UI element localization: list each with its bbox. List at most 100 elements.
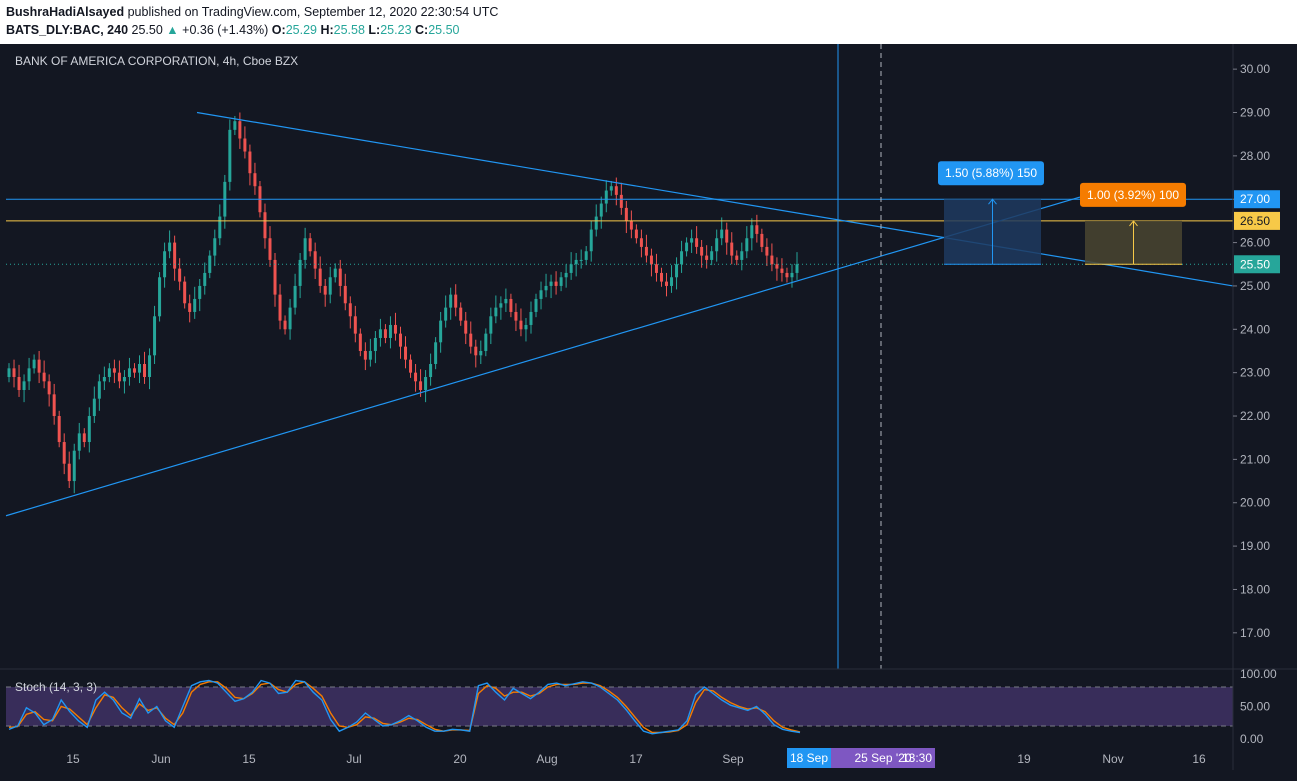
stoch-title: Stoch (14, 3, 3)	[15, 680, 97, 694]
candle-body	[604, 190, 608, 204]
candle[interactable]	[228, 119, 232, 191]
candle-body	[745, 238, 749, 252]
projection-label: 1.50 (5.88%) 150	[945, 166, 1037, 180]
candle-body	[163, 251, 167, 278]
candle-body	[594, 216, 598, 230]
candle-body	[253, 173, 257, 187]
candle-body	[404, 346, 408, 360]
candle-body	[203, 272, 207, 286]
time-tick-label: Nov	[1102, 752, 1123, 766]
candle-body	[690, 238, 694, 243]
time-tick-label: 15	[66, 752, 80, 766]
price-axis-label-text: 26.50	[1240, 214, 1270, 228]
candle-body	[424, 376, 428, 391]
candle-body	[489, 316, 493, 334]
price-axis-label: 27.00	[1234, 190, 1280, 209]
candle-body	[780, 268, 784, 273]
candle-body	[323, 285, 327, 295]
candle-body	[775, 264, 779, 269]
price-tick-label: 21.00	[1240, 452, 1270, 466]
candle-body	[62, 442, 66, 464]
candle-body	[278, 294, 282, 321]
stochastic-pane[interactable]	[6, 679, 1233, 735]
time-tick-label: Jul	[346, 752, 361, 766]
candle-body	[569, 264, 573, 273]
candle-body	[87, 416, 91, 443]
candle-body	[720, 229, 724, 239]
time-tick-label: Jun	[151, 752, 170, 766]
candle-body	[534, 298, 538, 312]
candle-body	[670, 277, 674, 286]
time-tick-label: Sep	[722, 752, 744, 766]
projection-label: 1.00 (3.92%) 100	[1087, 188, 1179, 202]
time-tick-label: 17	[629, 752, 643, 766]
candle-body	[564, 272, 568, 278]
candle-body	[459, 307, 463, 321]
price-projection[interactable]: 1.00 (3.92%) 100	[1080, 182, 1186, 265]
price-axis-label-text: 25.50	[1240, 257, 1270, 271]
candle-body	[353, 316, 357, 334]
price-axis-label-text: 27.00	[1240, 192, 1270, 206]
candle-body	[348, 303, 352, 317]
stoch-tick-label: 50.00	[1240, 700, 1270, 714]
price-tick-label: 26.00	[1240, 236, 1270, 250]
candle-body	[454, 294, 458, 308]
candle-body	[148, 355, 152, 377]
time-range-start-text: 18 Sep	[790, 751, 828, 765]
candle[interactable]	[57, 410, 61, 448]
candle-body	[735, 255, 739, 260]
candle-body	[343, 285, 347, 304]
candle-body	[358, 333, 362, 351]
candle-body	[178, 268, 182, 282]
candle-body	[444, 307, 448, 321]
candle-body	[479, 350, 483, 356]
candle-body	[363, 350, 367, 360]
time-tick-label: Aug	[536, 752, 557, 766]
candle-body	[419, 381, 423, 391]
candle-body	[755, 225, 759, 234]
candle-body	[42, 372, 46, 382]
price-projection[interactable]: 1.50 (5.88%) 150	[938, 161, 1044, 265]
price-axis-label: 25.50	[1234, 255, 1280, 274]
candle-body	[649, 255, 653, 265]
candle-body	[137, 363, 141, 373]
candle-body	[439, 320, 443, 343]
candle-body	[524, 324, 528, 330]
candle-body	[233, 121, 237, 130]
candle-body	[634, 229, 638, 239]
price-tick-label: 19.00	[1240, 539, 1270, 553]
candle-body	[680, 251, 684, 265]
price-chart[interactable]: 1.50 (5.88%) 150 1.00 (3.92%) 100 30.00 29…	[0, 0, 1297, 781]
candle-body	[183, 281, 187, 304]
candle-body	[298, 259, 302, 286]
candle-body	[504, 298, 508, 304]
candle-body	[675, 264, 679, 278]
candle-body	[549, 281, 553, 286]
candle-body	[464, 320, 468, 334]
price-tick-label: 29.00	[1240, 106, 1270, 120]
candle-body	[765, 246, 769, 256]
time-range-clock: 13:30	[902, 751, 932, 765]
candle-body	[599, 203, 603, 217]
candle-body	[574, 259, 578, 265]
price-tick-label: 28.00	[1240, 149, 1270, 163]
price-tick-label: 25.00	[1240, 279, 1270, 293]
price-tick-label: 18.00	[1240, 582, 1270, 596]
candle-body	[268, 238, 272, 260]
price-tick-label: 24.00	[1240, 322, 1270, 336]
candle-body	[283, 320, 287, 330]
candle-body	[112, 368, 116, 373]
candle-body	[7, 368, 11, 377]
candle-body	[77, 433, 81, 451]
candle-body	[328, 277, 332, 295]
candle-body	[193, 298, 197, 312]
candle-body	[614, 186, 618, 195]
time-tick-label: 16	[1192, 752, 1206, 766]
candle-body	[474, 346, 478, 356]
price-tick-label: 22.00	[1240, 409, 1270, 423]
candle-body	[659, 272, 663, 282]
candle[interactable]	[158, 272, 162, 322]
candle-body	[288, 307, 292, 330]
candle-body	[609, 186, 613, 191]
candle-body	[624, 207, 628, 221]
